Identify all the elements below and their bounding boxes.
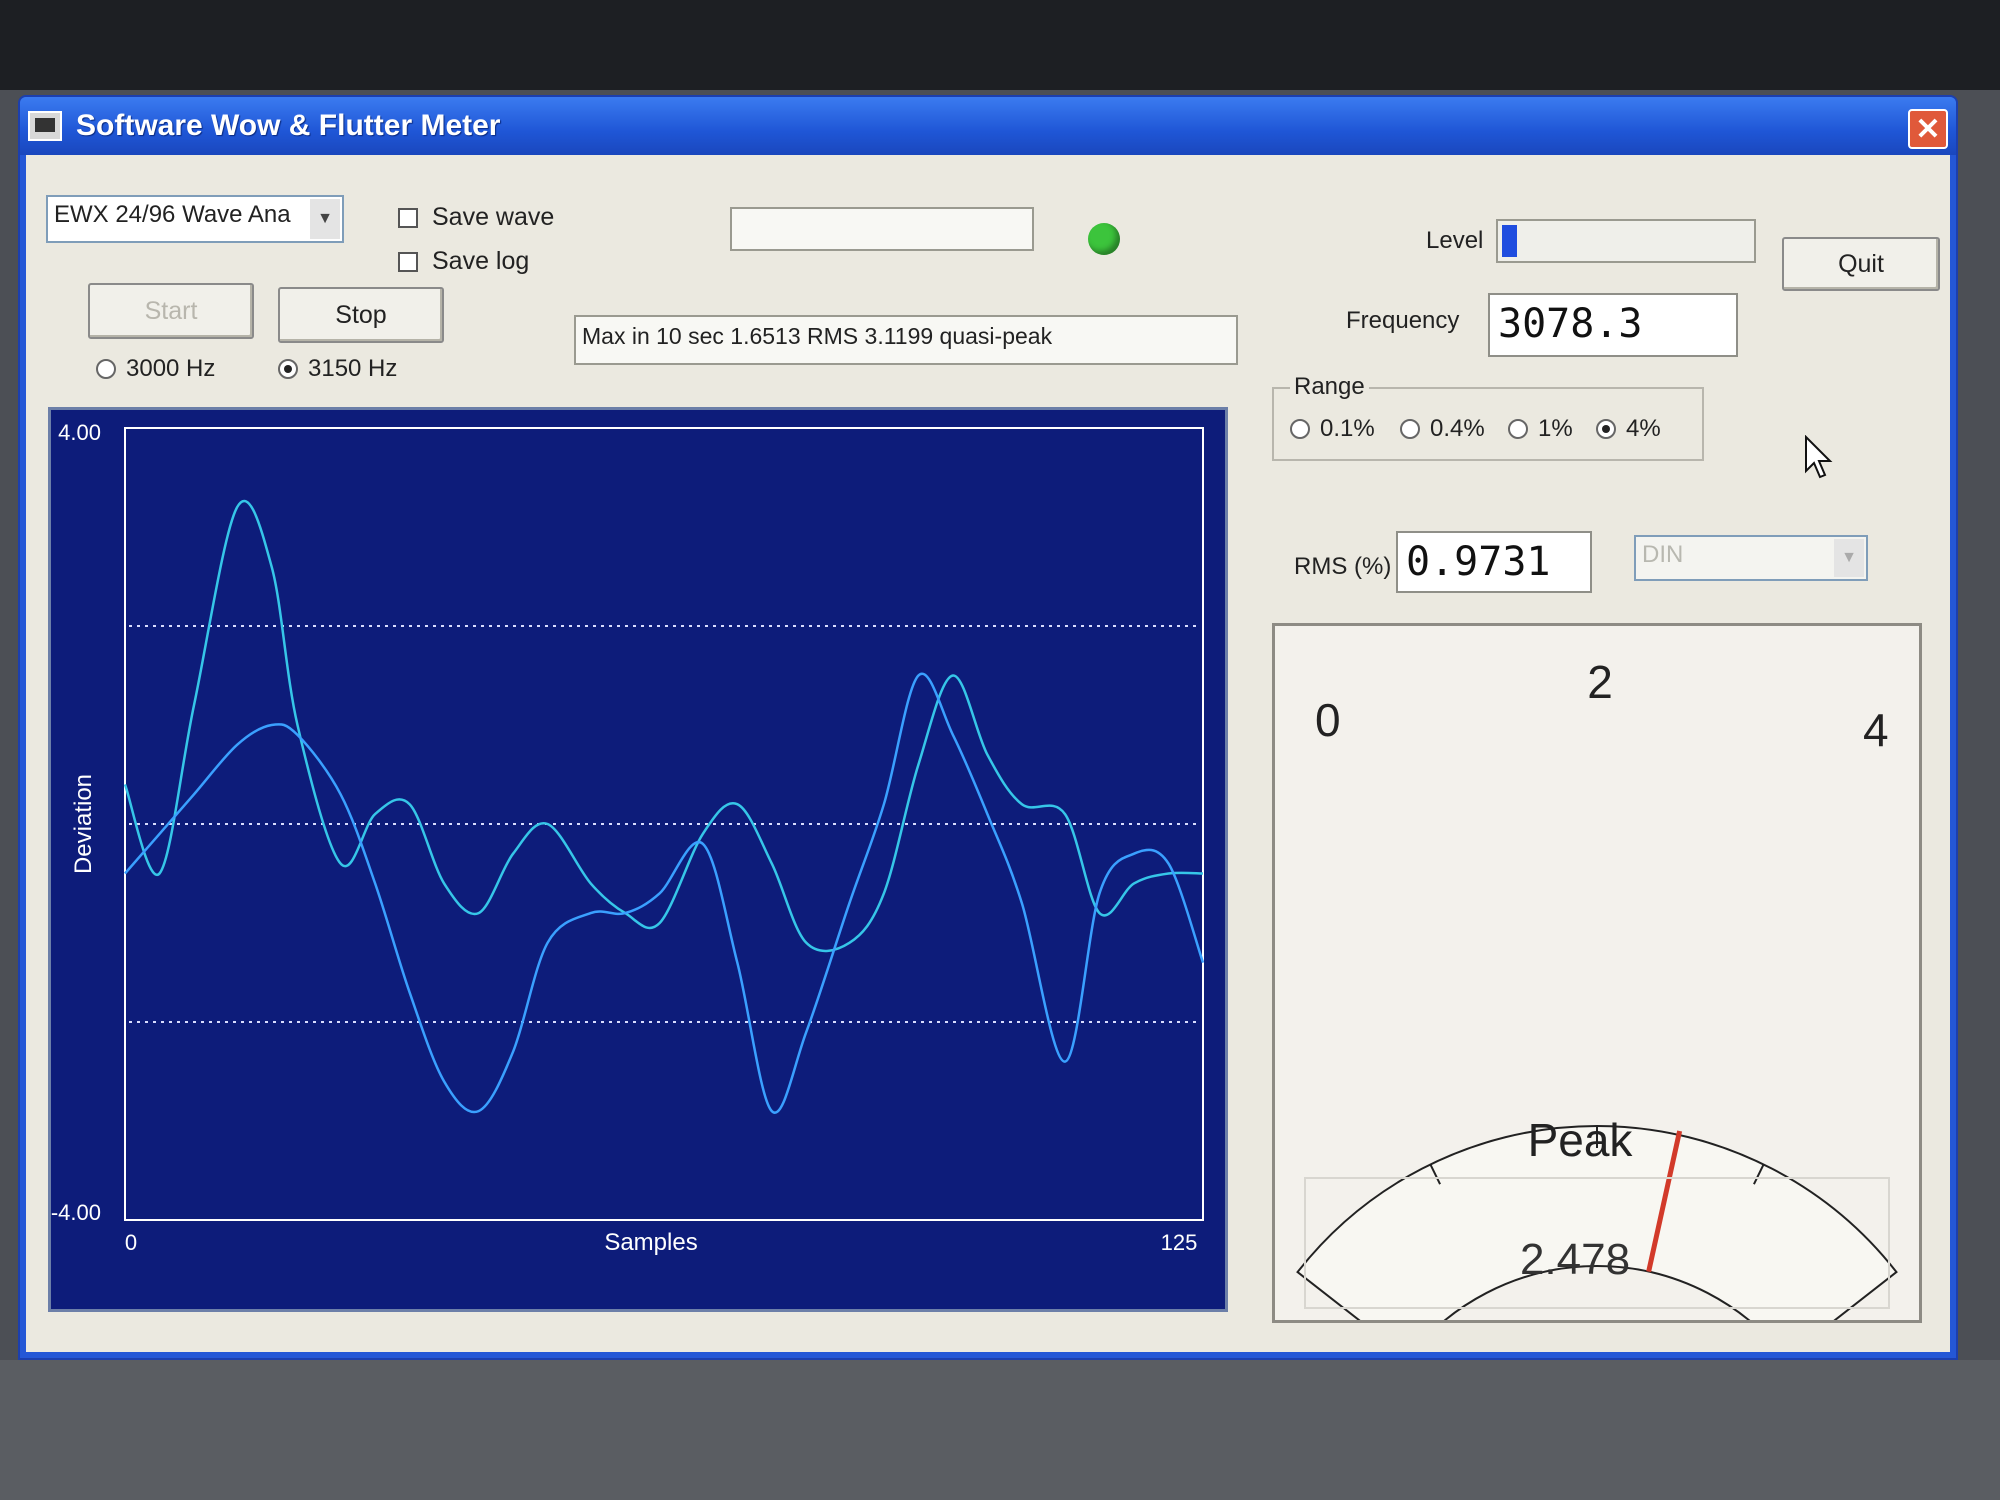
meter-scale-mid: 2 (1587, 656, 1613, 708)
main-window: Software Wow & Flutter Meter ✕ EWX 24/96… (18, 95, 1958, 1360)
range-option-0-1[interactable]: 0.1% (1290, 415, 1375, 443)
close-button[interactable]: ✕ (1908, 109, 1948, 149)
desktop-background (0, 1360, 2000, 1500)
radio-dot[interactable] (1596, 419, 1616, 439)
radio-dot[interactable] (1290, 419, 1310, 439)
radio-3150hz[interactable]: 3150 Hz (278, 355, 397, 383)
chevron-down-icon[interactable]: ▼ (310, 199, 340, 239)
radio-3000hz-label: 3000 Hz (126, 355, 216, 382)
peak-value: 2.478 (1520, 1235, 1630, 1284)
range-option-label: 0.1% (1320, 415, 1375, 442)
save-wave-label: Save wave (432, 203, 555, 231)
progress-box (730, 207, 1034, 251)
status-indicator-icon (1088, 223, 1120, 255)
app-icon (28, 111, 62, 141)
range-option-0-4[interactable]: 0.4% (1400, 415, 1485, 443)
status-message: Max in 10 sec 1.6513 RMS 3.1199 quasi-pe… (574, 315, 1238, 365)
start-button[interactable]: Start (88, 283, 254, 339)
radio-3150hz-label: 3150 Hz (308, 355, 398, 382)
range-option-label: 4% (1626, 415, 1661, 442)
device-select-value: EWX 24/96 Wave Ana (54, 201, 291, 228)
client-area: EWX 24/96 Wave Ana ▼ Save wave Save log … (26, 155, 1950, 1360)
range-option-4[interactable]: 4% (1596, 415, 1661, 443)
range-option-label: 0.4% (1430, 415, 1485, 442)
x-axis-label: Samples (604, 1229, 697, 1256)
title-bar[interactable]: Software Wow & Flutter Meter ✕ (20, 97, 1956, 155)
deviation-plot: 4.00 -4.00 Deviation 0 Samples 125 (48, 407, 1228, 1312)
chevron-down-icon[interactable]: ▼ (1834, 539, 1864, 577)
window-title: Software Wow & Flutter Meter (76, 109, 501, 142)
y-min-label: -4.00 (51, 1200, 101, 1225)
y-axis-label: Deviation (70, 774, 97, 874)
quit-button[interactable]: Quit (1782, 237, 1940, 291)
mouse-cursor-icon (1805, 435, 1833, 479)
checkbox-box[interactable] (398, 251, 418, 272)
series-line-2 (124, 672, 1205, 1114)
range-option-label: 1% (1538, 415, 1573, 442)
save-log-label: Save log (432, 247, 530, 275)
range-option-1[interactable]: 1% (1508, 415, 1573, 443)
range-group: Range 0.1% 0.4% 1% 4% (1272, 373, 1704, 461)
save-wave-checkbox[interactable]: Save wave (398, 203, 554, 232)
level-label: Level (1426, 227, 1484, 254)
peak-meter-panel: 0 2 4 Peak 2.478 (1272, 623, 1922, 1360)
weighting-select[interactable]: DIN ▼ (1634, 535, 1868, 581)
device-select[interactable]: EWX 24/96 Wave Ana ▼ (46, 195, 344, 243)
checkbox-box[interactable] (398, 207, 418, 228)
meter-scale-min: 0 (1315, 694, 1341, 746)
meter-scale-max: 4 (1863, 704, 1889, 756)
level-meter (1496, 219, 1756, 263)
rms-label: RMS (%) (1294, 553, 1392, 580)
stop-button[interactable]: Stop (278, 287, 444, 343)
frequency-label: Frequency (1346, 307, 1460, 334)
radio-dot[interactable] (1508, 419, 1528, 439)
radio-dot[interactable] (1400, 419, 1420, 439)
radio-dot[interactable] (96, 359, 116, 379)
radio-3000hz[interactable]: 3000 Hz (96, 355, 215, 383)
range-label: Range (1290, 373, 1369, 401)
deviation-chart: 4.00 -4.00 Deviation 0 Samples 125 (51, 420, 1205, 1256)
weighting-select-value: DIN (1642, 541, 1684, 568)
monitor-bezel-top (0, 0, 2000, 90)
peak-meter: 0 2 4 Peak 2.478 (1296, 656, 1898, 1360)
radio-dot[interactable] (278, 359, 298, 379)
x-max-label: 125 (1161, 1230, 1198, 1255)
frequency-display: 3078.3 (1488, 293, 1738, 357)
y-max-label: 4.00 (58, 420, 101, 445)
x-min-label: 0 (125, 1230, 137, 1255)
save-log-checkbox[interactable]: Save log (398, 247, 529, 276)
level-bar-fill (1502, 225, 1518, 257)
peak-label: Peak (1528, 1114, 1634, 1166)
rms-display: 0.9731 (1396, 531, 1592, 593)
